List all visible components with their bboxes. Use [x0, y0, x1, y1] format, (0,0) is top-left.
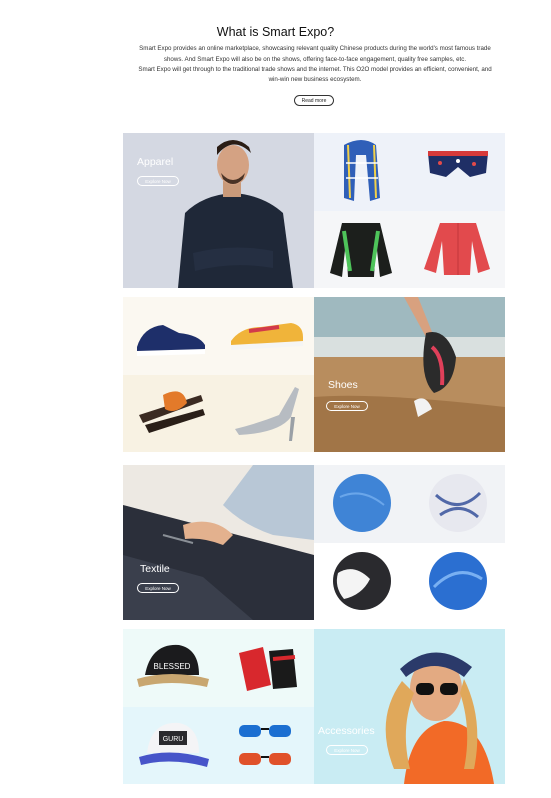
textile-section: Textile Explore Now [123, 465, 505, 620]
textile-banner[interactable]: Textile Explore Now [123, 465, 314, 620]
blue-sneaker-image [137, 325, 205, 356]
explore-now-button[interactable]: Explore Now [137, 176, 179, 186]
woman-with-cap-image [314, 629, 505, 784]
blue-fabric-swatch-image [333, 474, 391, 532]
scarf-product-tile[interactable] [314, 133, 410, 211]
heel-product-tile[interactable] [218, 374, 314, 452]
cap-text: BLESSED [154, 662, 191, 671]
shorts-product-tile[interactable] [409, 133, 505, 211]
red-jacket-image [423, 222, 490, 275]
intro-text-line: shows. And Smart Expo will also be on th… [163, 56, 467, 63]
explore-now-button[interactable]: Explore Now [137, 583, 179, 593]
plaid-scarf-image [344, 140, 380, 201]
category-label-shoes: Shoes [328, 379, 358, 391]
shoes-banner[interactable]: Shoes Explore Now [314, 297, 505, 452]
canvas-shoe-product-tile[interactable] [218, 297, 314, 375]
printed-fabric-swatch-image [428, 474, 487, 532]
trucker-cap-image: GURU [139, 722, 209, 767]
white-fabric-swatch-image [333, 551, 391, 610]
intro-text-line: win-win new business ecosystem. [268, 76, 362, 83]
blue-fabric-product-tile[interactable] [314, 465, 410, 543]
sneaker-product-tile[interactable] [123, 297, 219, 375]
apparel-section: Apparel Explore Now [123, 133, 505, 288]
white-fabric-product-tile[interactable] [314, 542, 410, 620]
category-label-apparel: Apparel [137, 156, 174, 168]
sunglasses-product-tile[interactable] [218, 706, 314, 784]
accessories-banner[interactable]: Accessories Explore Now [314, 629, 505, 784]
page-title: What is Smart Expo? [216, 25, 335, 39]
trucker-cap-product-tile[interactable]: GURU [123, 706, 219, 784]
tailor-cutting-fabric-image [123, 465, 314, 620]
explore-now-button[interactable]: Explore Now [326, 401, 368, 411]
apparel-banner[interactable]: Apparel Explore Now [123, 133, 314, 288]
category-label-accessories: Accessories [318, 725, 375, 737]
star-shorts-image [427, 151, 488, 177]
silver-heel-image [234, 386, 299, 441]
satin-fabric-product-tile[interactable] [409, 542, 505, 620]
read-more-button[interactable]: Read more [294, 95, 334, 106]
accessories-section: BLESSED GURU Accessories Explore Now [123, 629, 505, 784]
shoes-section: Shoes Explore Now [123, 297, 505, 452]
explore-now-button[interactable]: Explore Now [326, 745, 368, 755]
floral-canvas-shoe-image [230, 323, 303, 350]
cap-text: GURU [163, 736, 184, 743]
gloves-product-tile[interactable] [218, 629, 314, 707]
blue-satin-swatch-image [428, 551, 487, 610]
motorcycle-jacket-image [330, 222, 392, 277]
intro-text-line: Smart Expo will get through to the tradi… [138, 66, 492, 73]
intro-text-line: Smart Expo provides an online marketplac… [139, 45, 491, 52]
orange-sandal-image [139, 390, 205, 433]
runner-on-beach-image [314, 297, 505, 452]
red-jacket-product-tile[interactable] [409, 210, 505, 288]
sandal-product-tile[interactable] [123, 374, 219, 452]
sunglasses-image [238, 724, 291, 765]
category-label-textile: Textile [140, 563, 170, 575]
jacket-product-tile[interactable] [314, 210, 410, 288]
printed-fabric-product-tile[interactable] [409, 465, 505, 543]
blessed-cap-image: BLESSED [137, 644, 209, 687]
cycling-gloves-image [238, 647, 297, 691]
cap-product-tile[interactable]: BLESSED [123, 629, 219, 707]
